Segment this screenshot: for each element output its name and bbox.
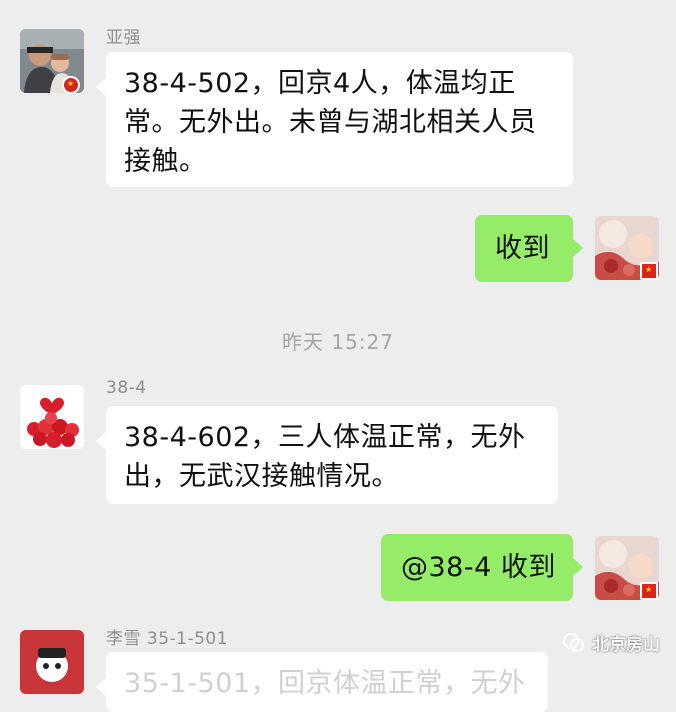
message-text: 38-4-502，回京4人，体温均正常。无外出。未曾与湖北相关人员接触。 (124, 68, 537, 177)
hearts-avatar-icon (20, 385, 84, 449)
avatar-lixue[interactable] (20, 630, 84, 694)
message-bubble[interactable]: @38-4 收到 (381, 534, 583, 601)
message-bubble[interactable]: 35-1-501，回京体温正常，无外 (96, 652, 548, 712)
china-flag-badge-icon (640, 582, 658, 600)
chat-window: 亚强 38-4-502，回京4人，体温均正常。无外出。未曾与湖北相关人员接触。 … (0, 0, 676, 712)
message-bubble[interactable]: 38-4-602，三人体温正常，无外出，无武汉接触情况。 (96, 406, 558, 504)
wechat-channel-icon (563, 632, 584, 652)
message-text: 38-4-602，三人体温正常，无外出，无武汉接触情况。 (124, 422, 526, 492)
china-flag-badge-icon (640, 262, 658, 280)
message-bubble[interactable]: 38-4-502，回京4人，体温均正常。无外出。未曾与湖北相关人员接触。 (96, 52, 573, 187)
message-text: @38-4 收到 (401, 552, 556, 583)
cartoon-avatar-icon (20, 630, 84, 694)
china-flag-badge-icon (62, 76, 80, 94)
sender-name: 李雪 35-1-501 (106, 629, 229, 649)
sender-name: 亚强 (106, 28, 141, 48)
message-bubble[interactable]: 收到 (475, 215, 583, 282)
watermark-label: 北京房山 (592, 635, 660, 655)
message-text: 收到 (495, 233, 550, 264)
message-text: 35-1-501，回京体温正常，无外 (124, 668, 526, 699)
watermark: 北京房山 (562, 630, 660, 655)
sender-name: 38-4 (106, 378, 147, 398)
avatar-38-4[interactable] (20, 385, 84, 449)
timestamp: 昨天 15:27 (282, 330, 394, 354)
